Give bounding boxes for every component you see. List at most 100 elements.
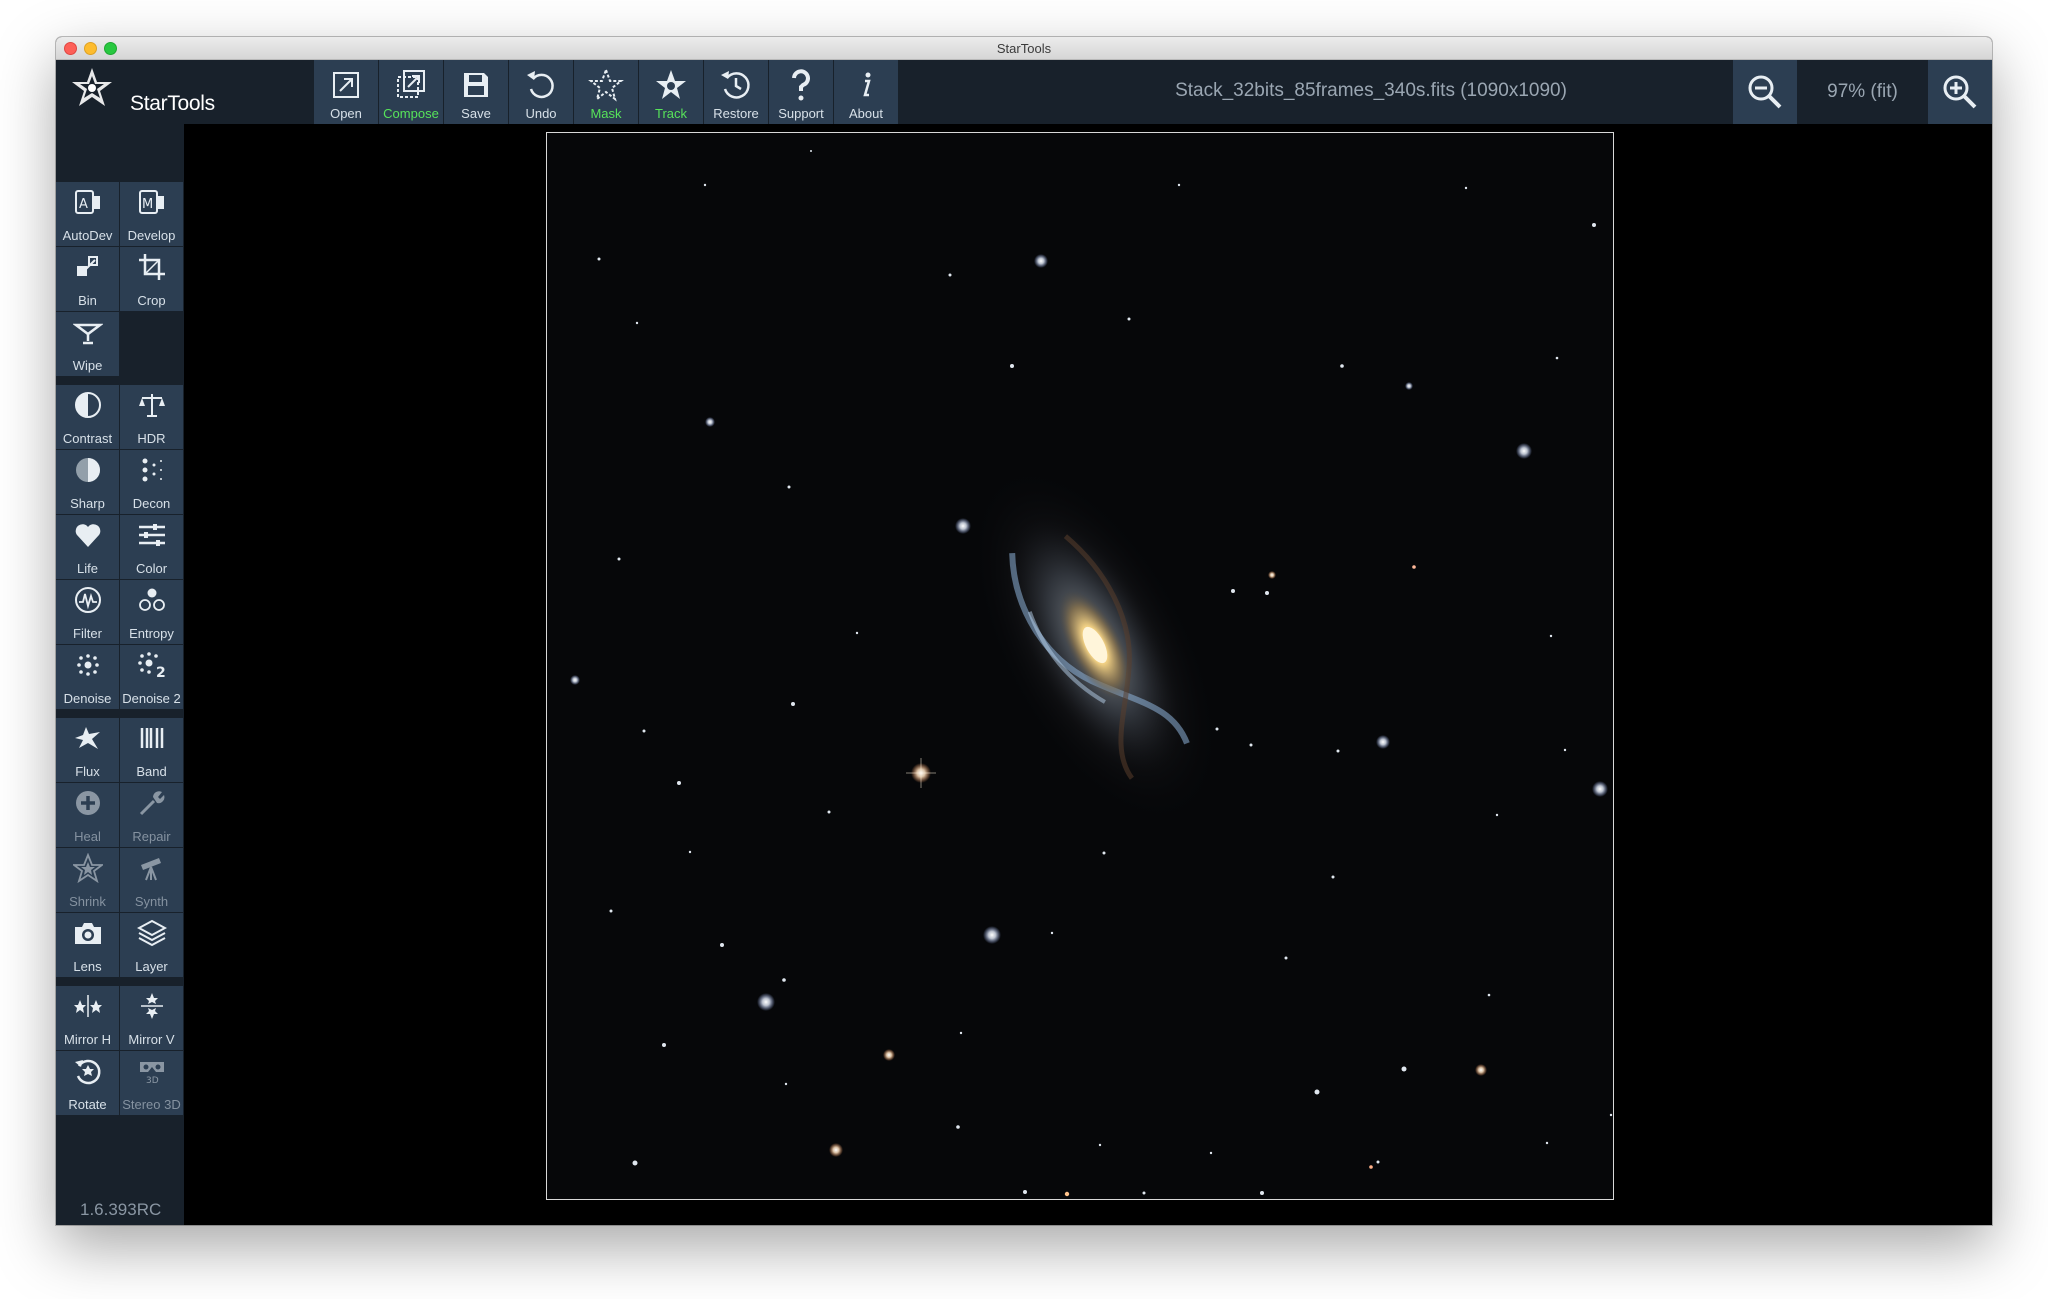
- tool-bin[interactable]: Bin: [56, 247, 119, 311]
- tool-mirror-v[interactable]: Mirror V: [120, 986, 183, 1050]
- app-window: StarTools StarTools Open Compose Save Un…: [56, 37, 1992, 1225]
- tool-contrast[interactable]: Contrast: [56, 385, 119, 449]
- denoise2-icon: 2: [138, 652, 166, 680]
- layer-icon: [137, 919, 167, 947]
- tool-entropy[interactable]: Entropy: [120, 580, 183, 644]
- about-label: About: [849, 106, 883, 121]
- astro-image[interactable]: [546, 132, 1614, 1200]
- tool-crop[interactable]: Crop: [120, 247, 183, 311]
- startools-logo: StarTools: [70, 66, 230, 118]
- tool-color[interactable]: Color: [120, 515, 183, 579]
- synth-icon: [141, 858, 161, 881]
- undo-icon: [527, 71, 554, 99]
- wipe-icon: [73, 323, 103, 345]
- hdr-icon: [139, 394, 165, 417]
- tool-rotate[interactable]: Rotate: [56, 1051, 119, 1115]
- tool-lens[interactable]: Lens: [56, 913, 119, 977]
- restore-button[interactable]: Restore: [704, 60, 768, 124]
- repair-icon: [139, 791, 165, 816]
- band-icon: [140, 728, 164, 748]
- support-label: Support: [778, 106, 824, 121]
- denoise-icon: [77, 654, 99, 676]
- tool-repair[interactable]: Repair: [120, 783, 183, 847]
- logo-text: StarTools: [130, 92, 215, 115]
- zoom-level: 97% (fit): [1827, 81, 1898, 102]
- tool-flux[interactable]: Flux: [56, 718, 119, 782]
- flux-icon: [75, 727, 100, 749]
- tool-life[interactable]: Life: [56, 515, 119, 579]
- zoom-out-icon: [1748, 75, 1782, 109]
- tool-mirror-h[interactable]: Mirror H: [56, 986, 119, 1050]
- top-bar: StarTools Open Compose Save Undo Mask Tr…: [56, 60, 1992, 124]
- zoom-in-icon: [1943, 75, 1977, 109]
- tool-develop[interactable]: M Develop: [120, 182, 183, 246]
- undo-label: Undo: [525, 106, 557, 121]
- support-button[interactable]: Support: [769, 60, 833, 124]
- about-button[interactable]: About: [834, 60, 898, 124]
- support-icon: [792, 69, 810, 101]
- version-label: 1.6.393RC: [80, 1200, 162, 1219]
- mirror-h-icon: [74, 995, 102, 1017]
- tool-denoise[interactable]: Denoise: [56, 645, 119, 709]
- sharp-icon: [76, 458, 100, 482]
- svg-text:A: A: [79, 197, 88, 212]
- tool-layer[interactable]: Layer: [120, 913, 183, 977]
- open-label: Open: [330, 106, 362, 121]
- track-label: Track: [654, 106, 688, 121]
- restore-icon: [721, 71, 750, 99]
- save-icon: [464, 73, 488, 97]
- about-icon: [863, 72, 871, 97]
- contrast-icon: [75, 392, 101, 418]
- rotate-icon: [75, 1059, 101, 1085]
- window-title: StarTools: [996, 41, 1052, 56]
- tool-band[interactable]: Band: [120, 718, 183, 782]
- svg-text:3D: 3D: [146, 1076, 159, 1086]
- decon-icon: [142, 458, 162, 482]
- tool-sharp[interactable]: Sharp: [56, 450, 119, 514]
- mask-label: Mask: [590, 106, 622, 121]
- open-icon: [333, 72, 359, 98]
- entropy-icon: [139, 588, 165, 611]
- undo-button[interactable]: Undo: [509, 60, 573, 124]
- save-button[interactable]: Save: [444, 60, 508, 124]
- compose-button[interactable]: Compose: [379, 60, 443, 124]
- track-icon: [656, 70, 686, 99]
- tool-filter[interactable]: Filter: [56, 580, 119, 644]
- life-icon: [75, 524, 101, 547]
- bin-icon: [77, 256, 98, 276]
- stereo-3d-icon: 3D: [140, 1062, 164, 1086]
- tool-stereo-3d[interactable]: 3D Stereo 3D: [120, 1051, 183, 1115]
- svg-text:M: M: [142, 197, 153, 212]
- restore-label: Restore: [713, 106, 759, 121]
- image-canvas[interactable]: [184, 124, 1974, 1206]
- compose-label: Compose: [383, 106, 439, 121]
- tool-sidebar: A AutoDev M Develop Bin Crop Wipe Contra…: [56, 124, 184, 1225]
- tool-hdr[interactable]: HDR: [120, 385, 183, 449]
- filter-icon: [75, 587, 101, 613]
- tool-synth[interactable]: Synth: [120, 848, 183, 912]
- tool-wipe[interactable]: Wipe: [56, 312, 119, 376]
- save-label: Save: [461, 106, 491, 121]
- compose-icon: [397, 70, 425, 98]
- galaxy-image: [547, 133, 1613, 1199]
- open-button[interactable]: Open: [314, 60, 378, 124]
- main-toolbar: Open Compose Save Undo Mask Track Restor…: [314, 60, 899, 124]
- tool-denoise-2[interactable]: 2 Denoise 2: [120, 645, 183, 709]
- svg-text:2: 2: [156, 665, 166, 680]
- tool-heal[interactable]: Heal: [56, 783, 119, 847]
- autodev-icon: A: [75, 190, 100, 214]
- develop-icon: M: [139, 190, 164, 214]
- zoom-out-button[interactable]: [1733, 60, 1797, 124]
- tool-autodev[interactable]: A AutoDev: [56, 182, 119, 246]
- lens-icon: [75, 923, 101, 944]
- mirror-v-icon: [141, 993, 163, 1019]
- shrink-icon: [73, 853, 103, 883]
- zoom-in-button[interactable]: [1928, 60, 1992, 124]
- mask-button[interactable]: Mask: [574, 60, 638, 124]
- tool-shrink[interactable]: Shrink: [56, 848, 119, 912]
- mask-icon: [588, 67, 624, 102]
- tool-decon[interactable]: Decon: [120, 450, 183, 514]
- star-logo-icon: [72, 68, 112, 106]
- track-button[interactable]: Track: [639, 60, 703, 124]
- document-filename: Stack_32bits_85frames_340s.fits (1090x10…: [1175, 80, 1567, 101]
